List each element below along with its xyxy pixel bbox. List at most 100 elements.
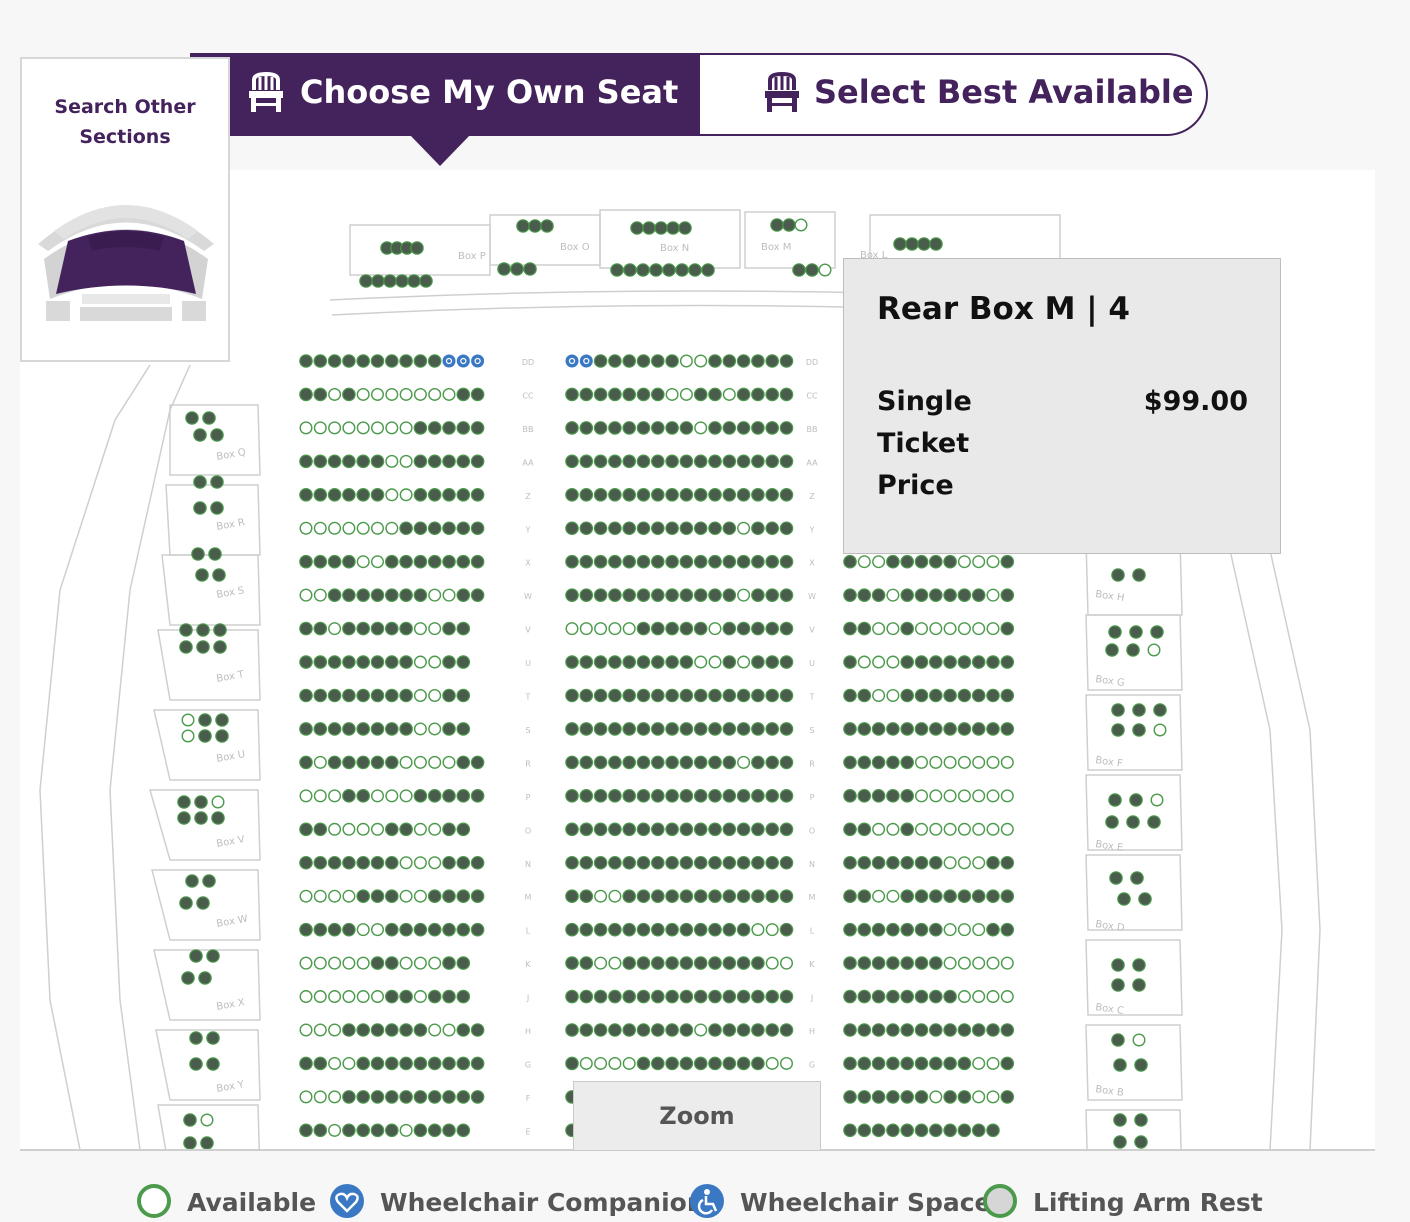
seat-right-section[interactable] <box>857 989 872 1004</box>
seat-left-section[interactable] <box>456 454 471 469</box>
seat-left-section[interactable] <box>470 1090 485 1104</box>
seat-center-section[interactable] <box>608 655 622 669</box>
seat-right-section[interactable] <box>914 688 929 703</box>
seat-right-section[interactable] <box>972 1056 986 1070</box>
seat-left-section[interactable] <box>370 655 385 669</box>
seat-center-section[interactable] <box>679 554 694 569</box>
seat-center-section[interactable] <box>593 554 608 569</box>
seat-right-section[interactable] <box>971 1023 986 1037</box>
seat-center-section[interactable] <box>751 387 765 402</box>
seat-center-section[interactable] <box>665 822 679 837</box>
seat-center-section[interactable] <box>736 554 751 569</box>
seat-right-section[interactable] <box>957 655 972 669</box>
seat-right-box[interactable] <box>1132 703 1146 717</box>
seat-center-section[interactable] <box>693 922 708 937</box>
seat-left-section[interactable] <box>470 922 485 937</box>
seat-right-section[interactable] <box>886 922 900 937</box>
seat-center-section[interactable] <box>736 1023 751 1037</box>
seat-right-section[interactable] <box>971 722 986 736</box>
seat-left-section[interactable] <box>427 554 442 569</box>
seat-left-section[interactable] <box>313 688 328 703</box>
seat-left-section[interactable] <box>313 454 328 469</box>
seat-right-box[interactable] <box>1153 723 1167 737</box>
seat-left-section[interactable] <box>470 889 485 903</box>
seat-left-section[interactable] <box>456 588 471 602</box>
seat-left-section[interactable] <box>413 421 428 435</box>
seat-left-section[interactable] <box>456 822 471 837</box>
seat-center-section[interactable] <box>665 554 679 569</box>
seat-left-section[interactable] <box>470 421 485 435</box>
seat-left-section[interactable] <box>456 487 471 502</box>
seat-right-section[interactable] <box>900 588 914 602</box>
seat-left-section[interactable] <box>399 521 413 536</box>
seat-left-section[interactable] <box>428 1023 442 1037</box>
seat-left-section[interactable] <box>442 521 456 536</box>
seat-right-section[interactable] <box>943 923 957 937</box>
seat-right-section[interactable] <box>928 956 943 970</box>
seat-right-section[interactable] <box>900 855 914 870</box>
seat-left-section[interactable] <box>442 855 456 870</box>
seat-center-section[interactable] <box>693 822 708 837</box>
seat-left-box[interactable] <box>189 1057 203 1071</box>
seat-center-section[interactable] <box>565 622 579 636</box>
seat-center-section[interactable] <box>622 922 636 937</box>
seat-left-section[interactable] <box>399 387 413 401</box>
seat-left-section[interactable] <box>342 822 356 836</box>
seat-right-section[interactable] <box>914 889 929 903</box>
seat-left-section[interactable] <box>313 655 328 669</box>
seat-left-section[interactable] <box>442 554 456 569</box>
seat-left-section[interactable] <box>413 856 427 870</box>
seat-right-section[interactable] <box>986 956 1000 970</box>
seat-center-section[interactable] <box>779 387 794 402</box>
seat-left-section[interactable] <box>442 755 456 769</box>
seat-right-section[interactable] <box>928 722 943 736</box>
seat-center-section[interactable] <box>679 922 694 937</box>
seat-center-section[interactable] <box>622 655 636 669</box>
seat-top-box[interactable] <box>917 237 931 251</box>
seat-left-section[interactable] <box>313 1123 328 1138</box>
seat-right-section[interactable] <box>900 922 914 937</box>
seat-top-box[interactable] <box>654 221 668 235</box>
seat-center-section[interactable] <box>693 688 708 703</box>
seat-center-section[interactable] <box>765 1023 779 1037</box>
seat-right-section[interactable] <box>972 956 986 970</box>
seat-left-section[interactable] <box>399 588 413 602</box>
seat-center-section[interactable] <box>579 454 594 469</box>
seat-right-section[interactable] <box>857 621 872 636</box>
seat-right-section[interactable] <box>1000 588 1015 602</box>
seat-right-section[interactable] <box>957 990 971 1004</box>
seat-left-box[interactable] <box>185 411 199 425</box>
seat-right-section[interactable] <box>986 889 1000 903</box>
seat-left-section[interactable] <box>299 1123 313 1138</box>
seat-center-section[interactable] <box>665 487 679 502</box>
seat-left-box[interactable] <box>213 640 227 654</box>
seat-right-section[interactable] <box>943 622 957 636</box>
seat-right-section[interactable] <box>843 688 857 703</box>
seat-center-section[interactable] <box>736 421 751 435</box>
seat-left-section[interactable] <box>384 1056 399 1071</box>
seat-center-section[interactable] <box>736 822 751 837</box>
seat-left-section[interactable] <box>371 421 385 435</box>
seat-left-section[interactable] <box>371 822 385 836</box>
seat-right-section[interactable] <box>928 1123 943 1138</box>
seat-left-section[interactable] <box>442 421 456 435</box>
seat-right-section[interactable] <box>871 722 886 736</box>
seat-right-section[interactable] <box>986 1023 1000 1037</box>
seat-center-section[interactable] <box>579 989 594 1004</box>
seat-left-section[interactable] <box>456 789 471 803</box>
seat-top-box[interactable] <box>678 221 692 235</box>
seat-right-section[interactable] <box>857 1056 872 1071</box>
seat-center-section[interactable] <box>622 688 636 703</box>
seat-left-section[interactable] <box>342 722 356 736</box>
seat-center-section[interactable] <box>608 1023 622 1037</box>
seat-center-section[interactable] <box>579 421 594 435</box>
seat-center-section[interactable] <box>765 521 779 536</box>
seat-center-section[interactable] <box>579 1023 594 1037</box>
seat-center-section[interactable] <box>594 1056 608 1070</box>
seat-left-section[interactable] <box>313 956 327 970</box>
seat-center-section[interactable] <box>593 588 608 602</box>
seat-left-section[interactable] <box>428 622 442 636</box>
seat-right-section[interactable] <box>929 622 943 636</box>
seat-center-section[interactable] <box>593 822 608 837</box>
seat-left-section[interactable] <box>399 554 413 569</box>
